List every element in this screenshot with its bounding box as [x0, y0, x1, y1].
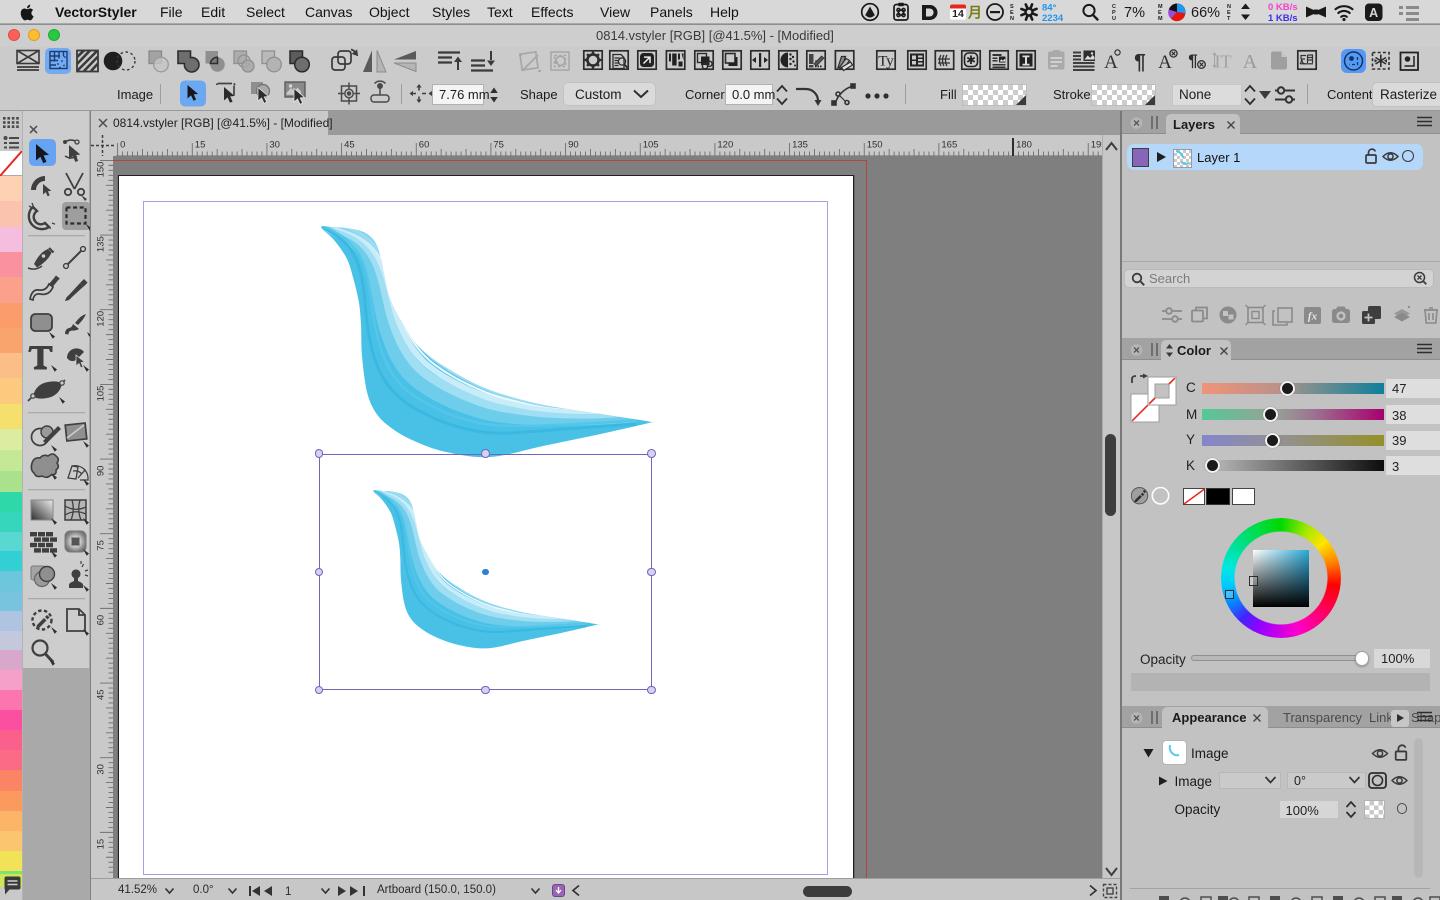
svg-text:T: T — [1227, 16, 1231, 22]
svg-text:15: 15 — [96, 839, 107, 850]
svg-text:30: 30 — [96, 764, 107, 775]
svg-text:180: 180 — [1016, 140, 1032, 151]
svg-text:105: 105 — [96, 386, 107, 402]
svg-text:165: 165 — [941, 140, 957, 151]
svg-text:75: 75 — [96, 540, 107, 551]
svg-text:0: 0 — [120, 140, 125, 151]
svg-text:7%: 7% — [1124, 5, 1145, 21]
svg-text:¶: ¶ — [1134, 51, 1146, 74]
svg-text:45: 45 — [344, 140, 355, 151]
svg-text:1 KB/s: 1 KB/s — [1268, 13, 1298, 24]
svg-text:30: 30 — [269, 140, 280, 151]
svg-text:135: 135 — [792, 140, 808, 151]
svg-text:M: M — [1158, 16, 1163, 22]
svg-text:1: 1 — [285, 886, 291, 897]
svg-text:105: 105 — [643, 140, 659, 151]
svg-text:A: A — [1369, 6, 1378, 20]
svg-text:120: 120 — [717, 140, 733, 151]
svg-text:fx: fx — [1308, 311, 1318, 323]
svg-text:120: 120 — [96, 311, 107, 327]
svg-text:15: 15 — [195, 140, 206, 151]
svg-text:0 KB/s: 0 KB/s — [1268, 2, 1298, 13]
svg-text:60: 60 — [96, 615, 107, 626]
svg-text:90: 90 — [568, 140, 579, 151]
svg-text:14: 14 — [952, 8, 964, 20]
svg-text:90: 90 — [96, 466, 107, 477]
svg-text:60: 60 — [419, 140, 430, 151]
svg-text:Ty: Ty — [878, 53, 894, 69]
svg-text:IT: IT — [1215, 52, 1232, 72]
svg-text:150: 150 — [96, 162, 107, 178]
svg-text:U: U — [1112, 16, 1116, 22]
svg-text:66%: 66% — [1191, 5, 1220, 21]
svg-text:84°: 84° — [1042, 3, 1057, 14]
svg-text:2234: 2234 — [1042, 13, 1064, 24]
svg-text:195: 195 — [1091, 140, 1102, 151]
svg-text:150: 150 — [867, 140, 883, 151]
svg-text:A: A — [1243, 51, 1258, 73]
svg-text:75: 75 — [493, 140, 504, 151]
svg-text:45: 45 — [96, 689, 107, 700]
svg-text:135: 135 — [96, 236, 107, 252]
svg-text:¶: ¶ — [1188, 51, 1197, 70]
svg-text:N: N — [1010, 16, 1014, 22]
svg-text:月: 月 — [967, 5, 982, 21]
